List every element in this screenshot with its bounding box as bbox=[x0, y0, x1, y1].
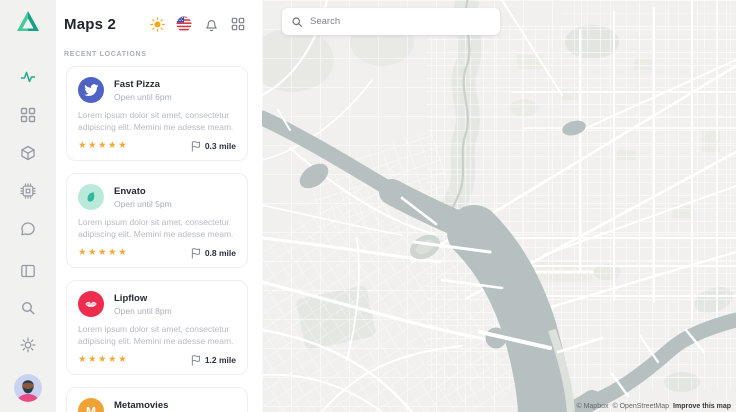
map-search-input[interactable] bbox=[310, 16, 491, 27]
map-attribution: © Mapbox © OpenStreetMap Improve this ma… bbox=[576, 403, 731, 410]
map-search bbox=[282, 8, 500, 35]
nav-settings-gear-icon[interactable] bbox=[18, 337, 38, 353]
theme-sun-icon[interactable] bbox=[149, 16, 165, 32]
location-description: Lorem ipsum dolor sit amet, consectetur … bbox=[78, 216, 236, 240]
attribution-osm-link[interactable]: © OpenStreetMap bbox=[613, 403, 670, 410]
distance-flag-icon bbox=[190, 140, 201, 152]
location-card-list: Fast Pizza Open until 6pm Lorem ipsum do… bbox=[56, 66, 262, 412]
nav-apps-grid-icon[interactable] bbox=[18, 107, 38, 123]
distance-flag-icon bbox=[190, 354, 201, 366]
rating-stars: ★★★★★ bbox=[78, 247, 128, 258]
rating-stars: ★★★★★ bbox=[78, 354, 128, 365]
location-card[interactable]: Fast Pizza Open until 6pm Lorem ipsum do… bbox=[66, 66, 248, 161]
distance-flag-icon bbox=[190, 247, 201, 259]
location-hours: Open until 6pm bbox=[114, 92, 172, 102]
bird-icon bbox=[78, 77, 104, 103]
nav-package-icon[interactable] bbox=[18, 145, 38, 161]
app-logo-icon[interactable] bbox=[15, 9, 41, 33]
svg-text:M: M bbox=[86, 405, 96, 412]
nav-cpu-icon[interactable] bbox=[18, 183, 38, 199]
search-icon bbox=[291, 16, 303, 28]
letter-m-icon: M bbox=[78, 398, 104, 412]
location-card[interactable]: Lipflow Open until 8pm Lorem ipsum dolor… bbox=[66, 280, 248, 375]
nav-search-icon[interactable] bbox=[18, 300, 38, 316]
distance-value: 1.2 mile bbox=[205, 355, 236, 365]
apps-grid-icon[interactable] bbox=[230, 16, 246, 32]
app-window: Maps 2 bbox=[0, 0, 736, 412]
rating-stars: ★★★★★ bbox=[78, 140, 128, 151]
location-description: Lorem ipsum dolor sit amet, consectetur … bbox=[78, 109, 236, 133]
locations-panel: Maps 2 bbox=[56, 0, 262, 412]
lips-icon bbox=[78, 291, 104, 317]
location-description: Lorem ipsum dolor sit amet, consectetur … bbox=[78, 323, 236, 347]
nav-activity-icon[interactable] bbox=[18, 69, 38, 85]
distance-value: 0.3 mile bbox=[205, 141, 236, 151]
nav-layout-icon[interactable] bbox=[18, 263, 38, 279]
language-us-flag-icon[interactable] bbox=[176, 16, 192, 32]
location-card[interactable]: M Metamovies Open until 11pm Lorem ipsum… bbox=[66, 387, 248, 412]
leaf-icon bbox=[78, 184, 104, 210]
map-tiles bbox=[262, 0, 736, 412]
page-title: Maps 2 bbox=[64, 16, 138, 33]
location-hours: Open until 8pm bbox=[114, 306, 172, 316]
user-avatar[interactable] bbox=[14, 374, 42, 402]
map-canvas[interactable]: © Mapbox © OpenStreetMap Improve this ma… bbox=[262, 0, 736, 412]
location-hours: Open until 5pm bbox=[114, 199, 172, 209]
location-name: Lipflow bbox=[114, 293, 172, 304]
location-name: Metamovies bbox=[114, 400, 176, 411]
location-name: Envato bbox=[114, 186, 172, 197]
notifications-bell-icon[interactable] bbox=[203, 16, 219, 32]
attribution-improve-link[interactable]: Improve this map bbox=[673, 403, 731, 410]
location-card[interactable]: Envato Open until 5pm Lorem ipsum dolor … bbox=[66, 173, 248, 268]
nav-chat-icon[interactable] bbox=[18, 221, 38, 237]
distance-value: 0.8 mile bbox=[205, 248, 236, 258]
icon-rail bbox=[0, 0, 56, 412]
attribution-mapbox-link[interactable]: © Mapbox bbox=[576, 403, 608, 410]
section-label: RECENT LOCATIONS bbox=[64, 51, 262, 58]
location-name: Fast Pizza bbox=[114, 79, 172, 90]
